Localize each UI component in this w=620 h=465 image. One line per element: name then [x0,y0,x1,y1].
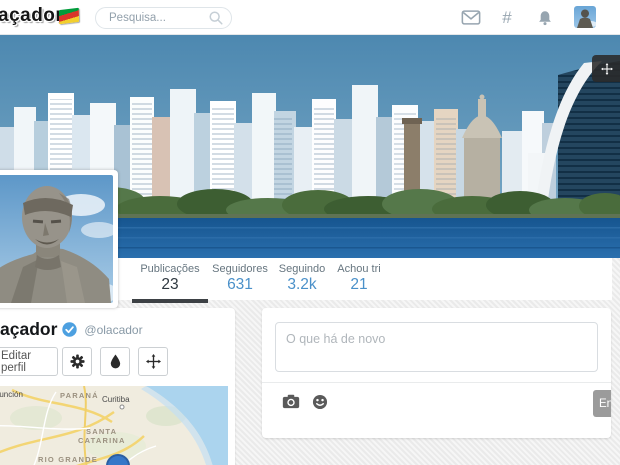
add-photo-button[interactable] [282,394,300,412]
add-emoji-button[interactable] [312,394,330,412]
compose-input[interactable] [275,322,598,372]
profile-handle: @olacador [84,322,143,337]
move-widget-button[interactable] [138,347,168,376]
move-cross-icon [601,62,613,75]
account-avatar[interactable] [574,6,596,28]
send-post-button[interactable]: Enviar [593,390,611,417]
stat-value: 23 [161,276,179,293]
map-label-parana: PARANÁ [60,391,99,400]
profile-info-card: açador @olacador Editar perfil unción PA… [0,308,235,465]
search-box [95,7,232,29]
stat-value: 21 [350,276,368,293]
map-label-asuncion: Asunción [0,390,23,399]
stat-label: Seguindo [278,263,326,275]
explore-button[interactable]: # [496,0,518,35]
gear-icon [69,354,85,369]
theme-color-button[interactable] [100,347,130,376]
verified-badge-icon [62,322,78,337]
camera-icon [282,394,300,409]
map-label-catarina: CATARINA [78,436,126,445]
location-map[interactable]: Asunción PARANÁ Curitiba SANTA CATARINA … [0,386,228,465]
settings-button[interactable] [62,347,92,376]
top-navbar: açador # [0,0,620,35]
droplet-icon [110,354,120,369]
map-label-curitiba: Curitiba [102,395,130,404]
statue-avatar-icon [574,6,596,28]
map-illustration: Asunción PARANÁ Curitiba SANTA CATARINA … [0,386,228,465]
tab-achou-tri[interactable]: Achou tri 21 [330,263,388,294]
edit-profile-button[interactable]: Editar perfil [0,347,58,376]
envelope-icon [461,10,481,25]
cover-edit-button[interactable] [592,55,620,82]
profile-name-row: açador @olacador [0,319,143,340]
stat-label: Publicações [140,263,200,275]
move-cross-icon [145,354,161,369]
hashtag-icon: # [502,7,512,27]
rio-grande-do-sul-flag-icon [58,7,80,25]
stat-label: Seguidores [212,263,268,275]
stat-value: 3.2k [287,276,317,293]
profile-photo[interactable] [0,170,118,308]
messages-button[interactable] [458,0,484,35]
map-label-rio-grande: RIO GRANDE [38,455,98,464]
search-icon [209,11,223,25]
display-name: açador [0,319,58,339]
tab-publicacoes[interactable]: Publicações 23 [132,263,208,303]
bell-icon [539,11,551,26]
map-label-santa: SANTA [86,427,117,436]
tab-seguidores[interactable]: Seguidores 631 [204,263,276,294]
stat-value: 631 [227,276,253,293]
composer-divider [262,382,611,383]
composer-card: Enviar [262,308,611,438]
stat-label: Achou tri [337,263,381,275]
statue-photo-illustration [0,175,113,303]
active-tab-underline [132,299,208,303]
profile-page: açador # [0,0,620,465]
smiley-icon [312,394,328,410]
tab-seguindo[interactable]: Seguindo 3.2k [272,263,332,294]
notifications-button[interactable] [533,0,557,35]
site-logo[interactable]: açador [0,5,63,27]
